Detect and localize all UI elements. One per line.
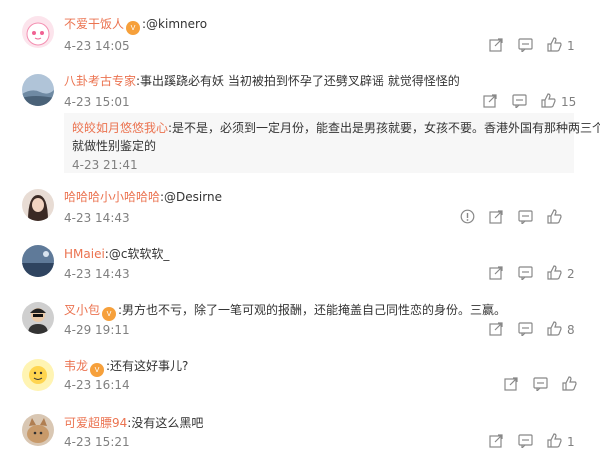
comment-time: 4-23 14:43: [64, 267, 130, 281]
reply-block: 皎皎如月悠悠我心:是不是，必须到一定月份，能查出是男孩就要，女孩不要。香港外国有…: [64, 113, 600, 173]
like-count: 8: [567, 323, 575, 337]
vip-badge-icon: V: [102, 307, 117, 321]
like-icon[interactable]: [547, 321, 562, 339]
like-count: 1: [567, 39, 575, 53]
like-icon[interactable]: [547, 265, 562, 283]
reply-username-link[interactable]: 皎皎如月悠悠我心: [72, 121, 168, 135]
comment-time: 4-23 14:05: [64, 39, 130, 53]
comment-feed: 不爱干饭人 V:@kimnero 4-23 14:05 1 八卦考古专家:事出蹊跷…: [0, 0, 600, 460]
like-icon[interactable]: [547, 433, 562, 451]
comment-line: 哈哈哈小小哈哈哈:@Desirne: [64, 189, 222, 205]
share-icon[interactable]: [489, 38, 503, 56]
reply-text-continued: 就做性别鉴定的: [72, 139, 157, 153]
comment-icon[interactable]: [518, 266, 533, 284]
report-icon[interactable]: [460, 209, 475, 227]
share-icon[interactable]: [489, 322, 503, 340]
share-icon[interactable]: [489, 434, 503, 452]
username-link[interactable]: 哈哈哈小小哈哈哈: [64, 190, 160, 204]
comment-line: 不爱干饭人 V:@kimnero: [64, 16, 207, 35]
vip-badge-icon: V: [126, 21, 141, 35]
avatar[interactable]: [22, 359, 54, 391]
comment-icon[interactable]: [518, 38, 533, 56]
comment-text: :@Desirne: [160, 190, 222, 204]
share-icon[interactable]: [504, 377, 518, 395]
like-icon[interactable]: [562, 376, 577, 394]
share-icon[interactable]: [489, 210, 503, 228]
comment-icon[interactable]: [518, 434, 533, 452]
like-icon[interactable]: [547, 209, 562, 227]
comment-text: :事出蹊跷必有妖 当初被拍到怀孕了还劈叉辟谣 就觉得怪怪的: [136, 74, 460, 88]
avatar[interactable]: [22, 302, 54, 334]
comment-line: 叉小包 V:男方也不亏，除了一笔可观的报酬，还能掩盖自己同性恋的身份。三赢。: [64, 302, 506, 321]
username-link[interactable]: 可爱超膘94: [64, 416, 127, 430]
like-count: 2: [567, 267, 575, 281]
like-icon[interactable]: [547, 37, 562, 55]
comment-text: :还有这好事儿?: [106, 359, 189, 373]
reply-line-2: 就做性别鉴定的: [72, 138, 156, 154]
comment-text: :没有这么黑吧: [127, 416, 204, 430]
avatar[interactable]: [22, 189, 54, 221]
comment-text: :@kimnero: [142, 17, 208, 31]
reply-time: 4-23 21:41: [72, 158, 138, 172]
comment-line: 韦龙 V:还有这好事儿?: [64, 358, 188, 377]
share-icon[interactable]: [489, 266, 503, 284]
comment-time: 4-23 16:14: [64, 378, 130, 392]
avatar[interactable]: [22, 414, 54, 446]
like-count: 1: [567, 435, 575, 449]
comment-time: 4-29 19:11: [64, 323, 130, 337]
comment-time: 4-23 15:21: [64, 435, 130, 449]
vip-badge-icon: V: [90, 363, 105, 377]
username-link[interactable]: 韦龙: [64, 359, 88, 373]
avatar[interactable]: [22, 16, 54, 48]
comment-line: HMaiei:@c软软软_: [64, 246, 169, 262]
comment-text: :男方也不亏，除了一笔可观的报酬，还能掩盖自己同性恋的身份。三赢。: [118, 303, 507, 317]
like-count: 15: [561, 95, 577, 109]
reply-text: :是不是，必须到一定月份，能查出是男孩就要，女孩不要。香港外国有那种两三个月: [168, 121, 600, 135]
comment-icon[interactable]: [518, 210, 533, 228]
comment-time: 4-23 14:43: [64, 211, 130, 225]
username-link[interactable]: HMaiei: [64, 247, 105, 261]
comment-time: 4-23 15:01: [64, 95, 130, 109]
avatar[interactable]: [22, 245, 54, 277]
comment-icon[interactable]: [533, 377, 548, 395]
share-icon[interactable]: [483, 94, 497, 112]
avatar[interactable]: [22, 74, 54, 106]
reply-line: 皎皎如月悠悠我心:是不是，必须到一定月份，能查出是男孩就要，女孩不要。香港外国有…: [72, 120, 600, 136]
username-link[interactable]: 不爱干饭人: [64, 17, 124, 31]
comment-text: :@c软软软_: [104, 247, 170, 261]
comment-line: 可爱超膘94:没有这么黑吧: [64, 415, 203, 431]
comment-icon[interactable]: [518, 322, 533, 340]
username-link[interactable]: 叉小包: [64, 303, 100, 317]
comment-icon[interactable]: [512, 94, 527, 112]
username-link[interactable]: 八卦考古专家: [64, 74, 136, 88]
like-icon[interactable]: [541, 93, 556, 111]
comment-line: 八卦考古专家:事出蹊跷必有妖 当初被拍到怀孕了还劈叉辟谣 就觉得怪怪的: [64, 73, 460, 89]
